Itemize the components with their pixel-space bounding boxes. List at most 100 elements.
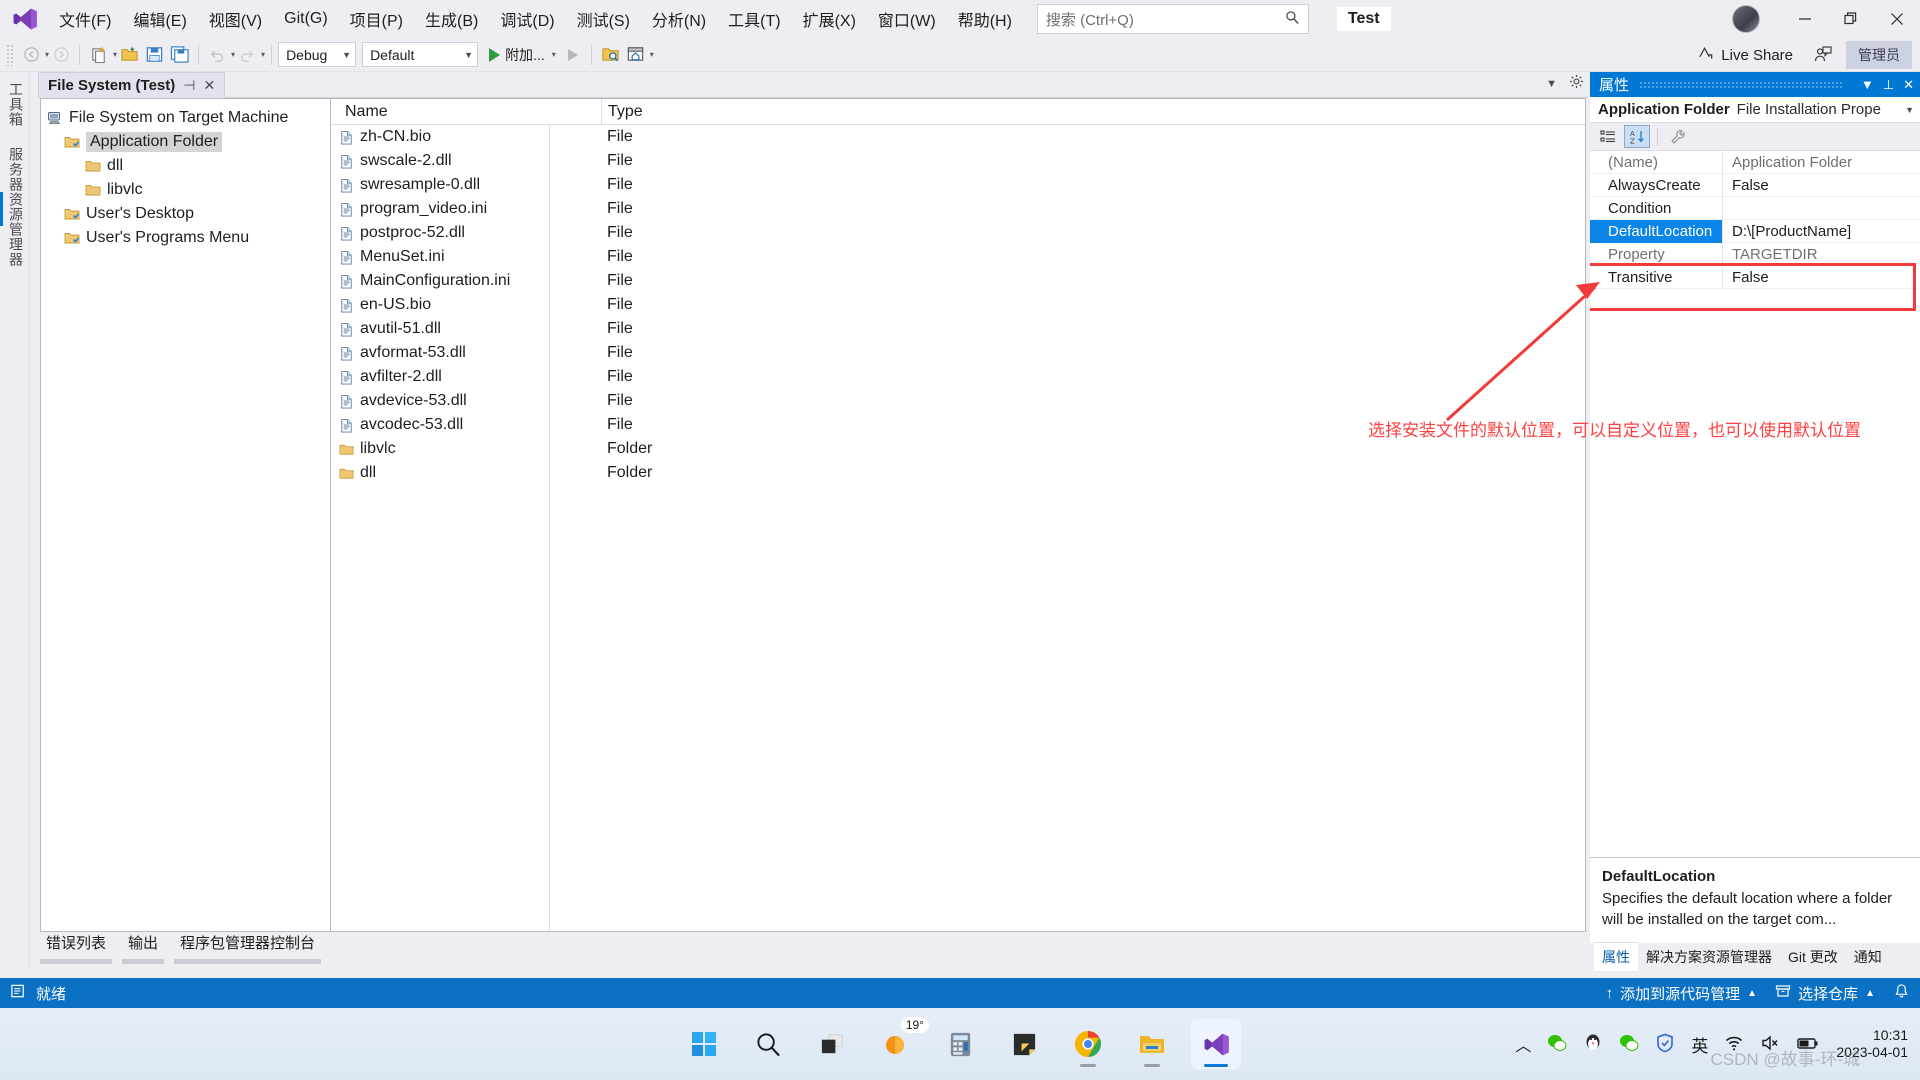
properties-object-selector[interactable]: Application Folder File Installation Pro…: [1590, 97, 1920, 123]
tree-root-node[interactable]: File System on Target Machine: [47, 106, 330, 130]
show-hidden-icons-chevron-icon[interactable]: ︿: [1515, 1032, 1531, 1056]
visual-studio-icon[interactable]: [1191, 1019, 1241, 1069]
property-value[interactable]: Application Folder: [1723, 154, 1920, 171]
tree-node-users-desktop[interactable]: User's Desktop: [47, 202, 330, 226]
redo-caret-icon[interactable]: ▾: [261, 50, 265, 59]
file-row[interactable]: avfilter-2.dll File: [331, 365, 1585, 389]
property-row[interactable]: Condition: [1590, 196, 1920, 220]
menu-view[interactable]: 视图(V): [198, 1, 273, 37]
redo-icon[interactable]: [235, 42, 259, 68]
new-project-icon[interactable]: [86, 42, 111, 68]
file-row[interactable]: dll Folder: [331, 461, 1585, 485]
solution-platform-combo[interactable]: Default ▼: [362, 42, 479, 67]
dock-tab-server-explorer[interactable]: 服务器资源管理器: [0, 137, 32, 277]
select-repository-button[interactable]: 选择仓库 ▲: [1775, 983, 1875, 1004]
tree-node-libvlc[interactable]: libvlc: [47, 178, 330, 202]
toolbar-grip[interactable]: [6, 43, 15, 66]
wechat-icon[interactable]: [1547, 1033, 1567, 1056]
toolbar-overflow-icon[interactable]: ▾: [650, 50, 654, 59]
start-without-debugging-icon[interactable]: [561, 42, 585, 68]
close-button[interactable]: [1874, 0, 1920, 38]
property-value[interactable]: TARGETDIR: [1723, 246, 1920, 263]
file-row[interactable]: swscale-2.dll File: [331, 149, 1585, 173]
tree-node-dll[interactable]: dll: [47, 154, 330, 178]
search-in-folder-icon[interactable]: [598, 42, 623, 68]
document-tab-file-system[interactable]: File System (Test) ⊣ ✕: [38, 72, 226, 98]
file-row[interactable]: en-US.bio File: [331, 293, 1585, 317]
feedback-icon[interactable]: [1810, 42, 1836, 68]
file-explorer-icon[interactable]: [1127, 1019, 1177, 1069]
property-row[interactable]: Property TARGETDIR: [1590, 242, 1920, 266]
close-tab-icon[interactable]: ✕: [203, 77, 215, 94]
menu-tools[interactable]: 工具(T): [717, 1, 791, 37]
ime-indicator[interactable]: 英: [1691, 1032, 1708, 1057]
column-header-name[interactable]: Name: [331, 103, 601, 121]
file-row[interactable]: MainConfiguration.ini File: [331, 269, 1585, 293]
pin-icon[interactable]: ⊥: [1883, 77, 1894, 93]
file-row[interactable]: avdevice-53.dll File: [331, 389, 1585, 413]
alphabetical-sort-icon[interactable]: A Z: [1624, 125, 1650, 148]
notifications-button[interactable]: [1893, 983, 1910, 1004]
pin-icon[interactable]: ⊣: [183, 77, 195, 94]
home-window-icon[interactable]: [623, 42, 648, 68]
gear-icon[interactable]: [1569, 74, 1584, 94]
file-row[interactable]: avutil-51.dll File: [331, 317, 1585, 341]
menu-git[interactable]: Git(G): [273, 4, 339, 34]
property-value[interactable]: D:\[ProductName]: [1723, 223, 1920, 240]
title-drag-dots[interactable]: [1639, 80, 1842, 89]
column-header-type[interactable]: Type: [601, 98, 731, 125]
qq-icon[interactable]: [1583, 1033, 1603, 1056]
sticky-notes-icon[interactable]: [999, 1019, 1049, 1069]
attach-debug-button[interactable]: 附加... ▾: [484, 42, 561, 68]
dock-tab-toolbox[interactable]: 工具箱: [0, 72, 32, 137]
menu-project[interactable]: 项目(P): [339, 1, 414, 37]
file-row[interactable]: program_video.ini File: [331, 197, 1585, 221]
tree-node-application-folder[interactable]: Application Folder: [47, 130, 330, 154]
tool-tab-error-list[interactable]: 错误列表: [40, 929, 113, 964]
property-value[interactable]: False: [1723, 177, 1920, 194]
window-menu-chevron-icon[interactable]: ▼: [1861, 77, 1874, 92]
menu-test[interactable]: 测试(S): [566, 1, 641, 37]
tencent-security-icon[interactable]: [1655, 1033, 1675, 1056]
menu-analyze[interactable]: 分析(N): [641, 1, 717, 37]
file-row[interactable]: postproc-52.dll File: [331, 221, 1585, 245]
task-view-icon[interactable]: [807, 1019, 857, 1069]
property-row[interactable]: (Name) Application Folder: [1590, 151, 1920, 174]
menu-build[interactable]: 生成(B): [414, 1, 489, 37]
file-row[interactable]: MenuSet.ini File: [331, 245, 1585, 269]
minimize-button[interactable]: [1782, 0, 1828, 38]
tool-tab-output[interactable]: 输出: [122, 929, 165, 964]
categorized-icon[interactable]: [1595, 125, 1621, 148]
file-row[interactable]: swresample-0.dll File: [331, 173, 1585, 197]
file-row[interactable]: zh-CN.bio File: [331, 125, 1585, 149]
menu-help[interactable]: 帮助(H): [947, 1, 1023, 37]
menu-extensions[interactable]: 扩展(X): [792, 1, 867, 37]
dock-tab-properties[interactable]: 属性: [1594, 942, 1638, 971]
live-share-button[interactable]: Live Share: [1690, 42, 1800, 69]
search-icon[interactable]: [743, 1019, 793, 1069]
navigate-forward-icon[interactable]: [49, 42, 73, 68]
property-row[interactable]: DefaultLocation D:\[ProductName]: [1590, 219, 1920, 243]
dock-tab-solution-explorer[interactable]: 解决方案资源管理器: [1638, 943, 1780, 971]
close-panel-icon[interactable]: ✕: [1903, 77, 1914, 93]
search-input[interactable]: 搜索 (Ctrl+Q): [1036, 4, 1309, 34]
open-file-icon[interactable]: [117, 42, 142, 68]
save-all-icon[interactable]: [167, 42, 192, 68]
menu-window[interactable]: 窗口(W): [867, 1, 947, 37]
menu-debug[interactable]: 调试(D): [489, 1, 565, 37]
tab-list-chevron-icon[interactable]: ▼: [1546, 78, 1557, 90]
user-avatar[interactable]: [1732, 5, 1760, 33]
tool-tab-package-manager-console[interactable]: 程序包管理器控制台: [174, 929, 322, 964]
undo-icon[interactable]: [205, 42, 229, 68]
tree-node-users-programs-menu[interactable]: User's Programs Menu: [47, 226, 330, 250]
property-row[interactable]: Transitive False: [1590, 265, 1920, 289]
calculator-icon[interactable]: [935, 1019, 985, 1069]
dock-tab-git-changes[interactable]: Git 更改: [1780, 943, 1846, 971]
dock-tab-notifications[interactable]: 通知: [1846, 943, 1890, 971]
restore-button[interactable]: [1828, 0, 1874, 38]
property-row[interactable]: AlwaysCreate False: [1590, 173, 1920, 197]
solution-configuration-combo[interactable]: Debug ▼: [278, 42, 357, 67]
save-icon[interactable]: [142, 42, 167, 68]
add-to-source-control-button[interactable]: ↑ 添加到源代码管理 ▲: [1606, 983, 1757, 1004]
menu-edit[interactable]: 编辑(E): [122, 1, 197, 37]
